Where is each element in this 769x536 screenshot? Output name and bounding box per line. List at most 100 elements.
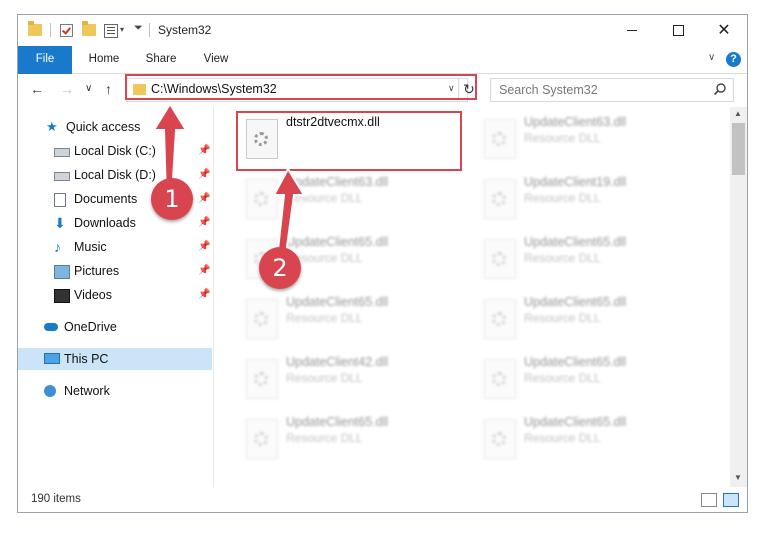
- file-item[interactable]: UpdateClient65.dll Resource DLL: [476, 413, 701, 465]
- maximize-icon: [672, 25, 684, 36]
- file-item[interactable]: UpdateClient63.dll Resource DLL: [476, 113, 701, 165]
- sidebar-item-label: Music: [74, 240, 107, 254]
- tab-view[interactable]: View: [198, 46, 234, 73]
- recent-locations-button[interactable]: ∨: [85, 83, 92, 94]
- forward-button[interactable]: →: [60, 81, 74, 97]
- disk-icon: [54, 148, 70, 157]
- file-type: Resource DLL: [286, 371, 363, 385]
- pin-icon[interactable]: 📌: [198, 236, 210, 258]
- item-count: 190 items: [31, 493, 81, 505]
- download-icon: ⬇: [54, 215, 66, 231]
- sidebar-item-music[interactable]: ♪ Music 📌: [54, 236, 214, 258]
- window-title: System32: [158, 23, 212, 37]
- file-item[interactable]: UpdateClient65.dll Resource DLL: [476, 233, 701, 285]
- minimize-button[interactable]: [609, 15, 655, 46]
- search-input[interactable]: Search System32: [490, 78, 734, 102]
- file-name: UpdateClient19.dll: [524, 175, 627, 189]
- file-item[interactable]: UpdateClient65.dll Resource DLL: [476, 353, 701, 405]
- file-item[interactable]: UpdateClient65.dll Resource DLL: [238, 293, 463, 345]
- ribbon-tabs: File Home Share View ∨ ?: [18, 46, 747, 98]
- sidebar-item-label: Network: [64, 384, 110, 398]
- file-item[interactable]: UpdateClient65.dll Resource DLL: [238, 413, 463, 465]
- file-type: Resource DLL: [524, 311, 601, 325]
- file-type: Resource DLL: [286, 431, 363, 445]
- sidebar-item-label: Local Disk (C:): [74, 144, 156, 158]
- vertical-scrollbar[interactable]: ▲ ▼: [730, 107, 747, 487]
- new-folder-icon[interactable]: [82, 21, 96, 36]
- pin-icon[interactable]: 📌: [198, 140, 210, 162]
- sidebar-item-videos[interactable]: Videos 📌: [54, 284, 214, 306]
- toolbar-separator: [149, 23, 150, 37]
- file-name: UpdateClient65.dll: [286, 415, 389, 429]
- pin-icon[interactable]: 📌: [198, 188, 210, 210]
- file-name: UpdateClient65.dll: [286, 295, 389, 309]
- scroll-up-icon[interactable]: ▲: [734, 109, 742, 118]
- sidebar-item-label: OneDrive: [64, 320, 117, 334]
- expand-ribbon-icon[interactable]: ∨: [708, 52, 715, 63]
- dll-file-icon: [484, 119, 516, 159]
- toolbar-separator: [50, 23, 51, 37]
- sidebar-item-local-disk-d[interactable]: Local Disk (D:) 📌: [54, 164, 214, 186]
- file-name: UpdateClient65.dll: [524, 355, 627, 369]
- documents-icon: [54, 193, 66, 207]
- file-type: Resource DLL: [524, 251, 601, 265]
- properties-check-icon[interactable]: [60, 24, 73, 37]
- status-bar: 190 items: [18, 488, 747, 512]
- disk-icon: [54, 172, 70, 181]
- tab-share[interactable]: Share: [140, 46, 182, 73]
- maximize-button[interactable]: [655, 15, 701, 46]
- pin-icon[interactable]: 📌: [198, 164, 210, 186]
- folder-icon: [28, 21, 42, 36]
- file-name: UpdateClient63.dll: [524, 115, 627, 129]
- file-name: UpdateClient65.dll: [524, 415, 627, 429]
- dll-file-icon: [484, 419, 516, 459]
- video-icon: [54, 289, 70, 303]
- sidebar-item-label: Local Disk (D:): [74, 168, 156, 182]
- search-icon[interactable]: [713, 82, 727, 96]
- file-item[interactable]: UpdateClient19.dll Resource DLL: [476, 173, 701, 225]
- music-icon: ♪: [54, 239, 61, 255]
- sidebar-item-pictures[interactable]: Pictures 📌: [54, 260, 214, 282]
- navigation-bar: ← → ∨ ↑ C:\Windows\System32 ∨ ↻ Search S…: [18, 74, 747, 106]
- sidebar-item-label: Pictures: [74, 264, 120, 278]
- pin-icon[interactable]: 📌: [198, 284, 210, 306]
- file-type: Resource DLL: [524, 431, 601, 445]
- dll-file-icon: [484, 239, 516, 279]
- pin-icon[interactable]: 📌: [198, 212, 210, 234]
- file-type: Resource DLL: [524, 131, 601, 145]
- sidebar-item-label: Documents: [74, 192, 138, 206]
- minimize-icon: [627, 30, 637, 31]
- file-item[interactable]: UpdateClient65.dll Resource DLL: [476, 293, 701, 345]
- dll-file-icon: [246, 299, 278, 339]
- step-badge-1: 1: [151, 178, 193, 220]
- step-badge-2: 2: [259, 247, 301, 289]
- customize-toolbar-icon[interactable]: ⏷: [134, 22, 143, 35]
- help-icon[interactable]: ?: [726, 52, 741, 67]
- file-name: UpdateClient65.dll: [524, 235, 627, 249]
- network-icon: [44, 385, 56, 397]
- properties-icon[interactable]: [104, 24, 118, 38]
- sidebar-item-local-disk-c[interactable]: Local Disk (C:) 📌: [54, 140, 214, 162]
- file-item[interactable]: UpdateClient42.dll Resource DLL: [238, 353, 463, 405]
- chevron-down-icon[interactable]: ▾: [120, 25, 124, 34]
- computer-icon: [44, 353, 60, 364]
- large-icons-view-icon[interactable]: [723, 493, 739, 507]
- close-button[interactable]: ✕: [701, 15, 747, 46]
- dll-file-icon: [246, 419, 278, 459]
- dll-file-icon: [484, 179, 516, 219]
- dll-file-icon: [246, 359, 278, 399]
- pin-icon[interactable]: 📌: [198, 260, 210, 282]
- sidebar-item-label: Videos: [74, 288, 112, 302]
- back-button[interactable]: ←: [30, 81, 44, 97]
- tab-home[interactable]: Home: [84, 46, 124, 73]
- up-button[interactable]: ↑: [105, 81, 112, 97]
- details-view-icon[interactable]: [701, 493, 717, 507]
- title-bar: ▾ ⏷ System32 ✕: [18, 15, 747, 46]
- scroll-down-icon[interactable]: ▼: [734, 473, 742, 482]
- sidebar-item-downloads[interactable]: ⬇ Downloads 📌: [54, 212, 214, 234]
- file-type: Resource DLL: [286, 311, 363, 325]
- sidebar-item-label: This PC: [64, 352, 109, 366]
- file-highlight-box: [236, 111, 462, 171]
- scrollbar-thumb[interactable]: [732, 123, 745, 175]
- sidebar-item-label: Downloads: [74, 216, 136, 230]
